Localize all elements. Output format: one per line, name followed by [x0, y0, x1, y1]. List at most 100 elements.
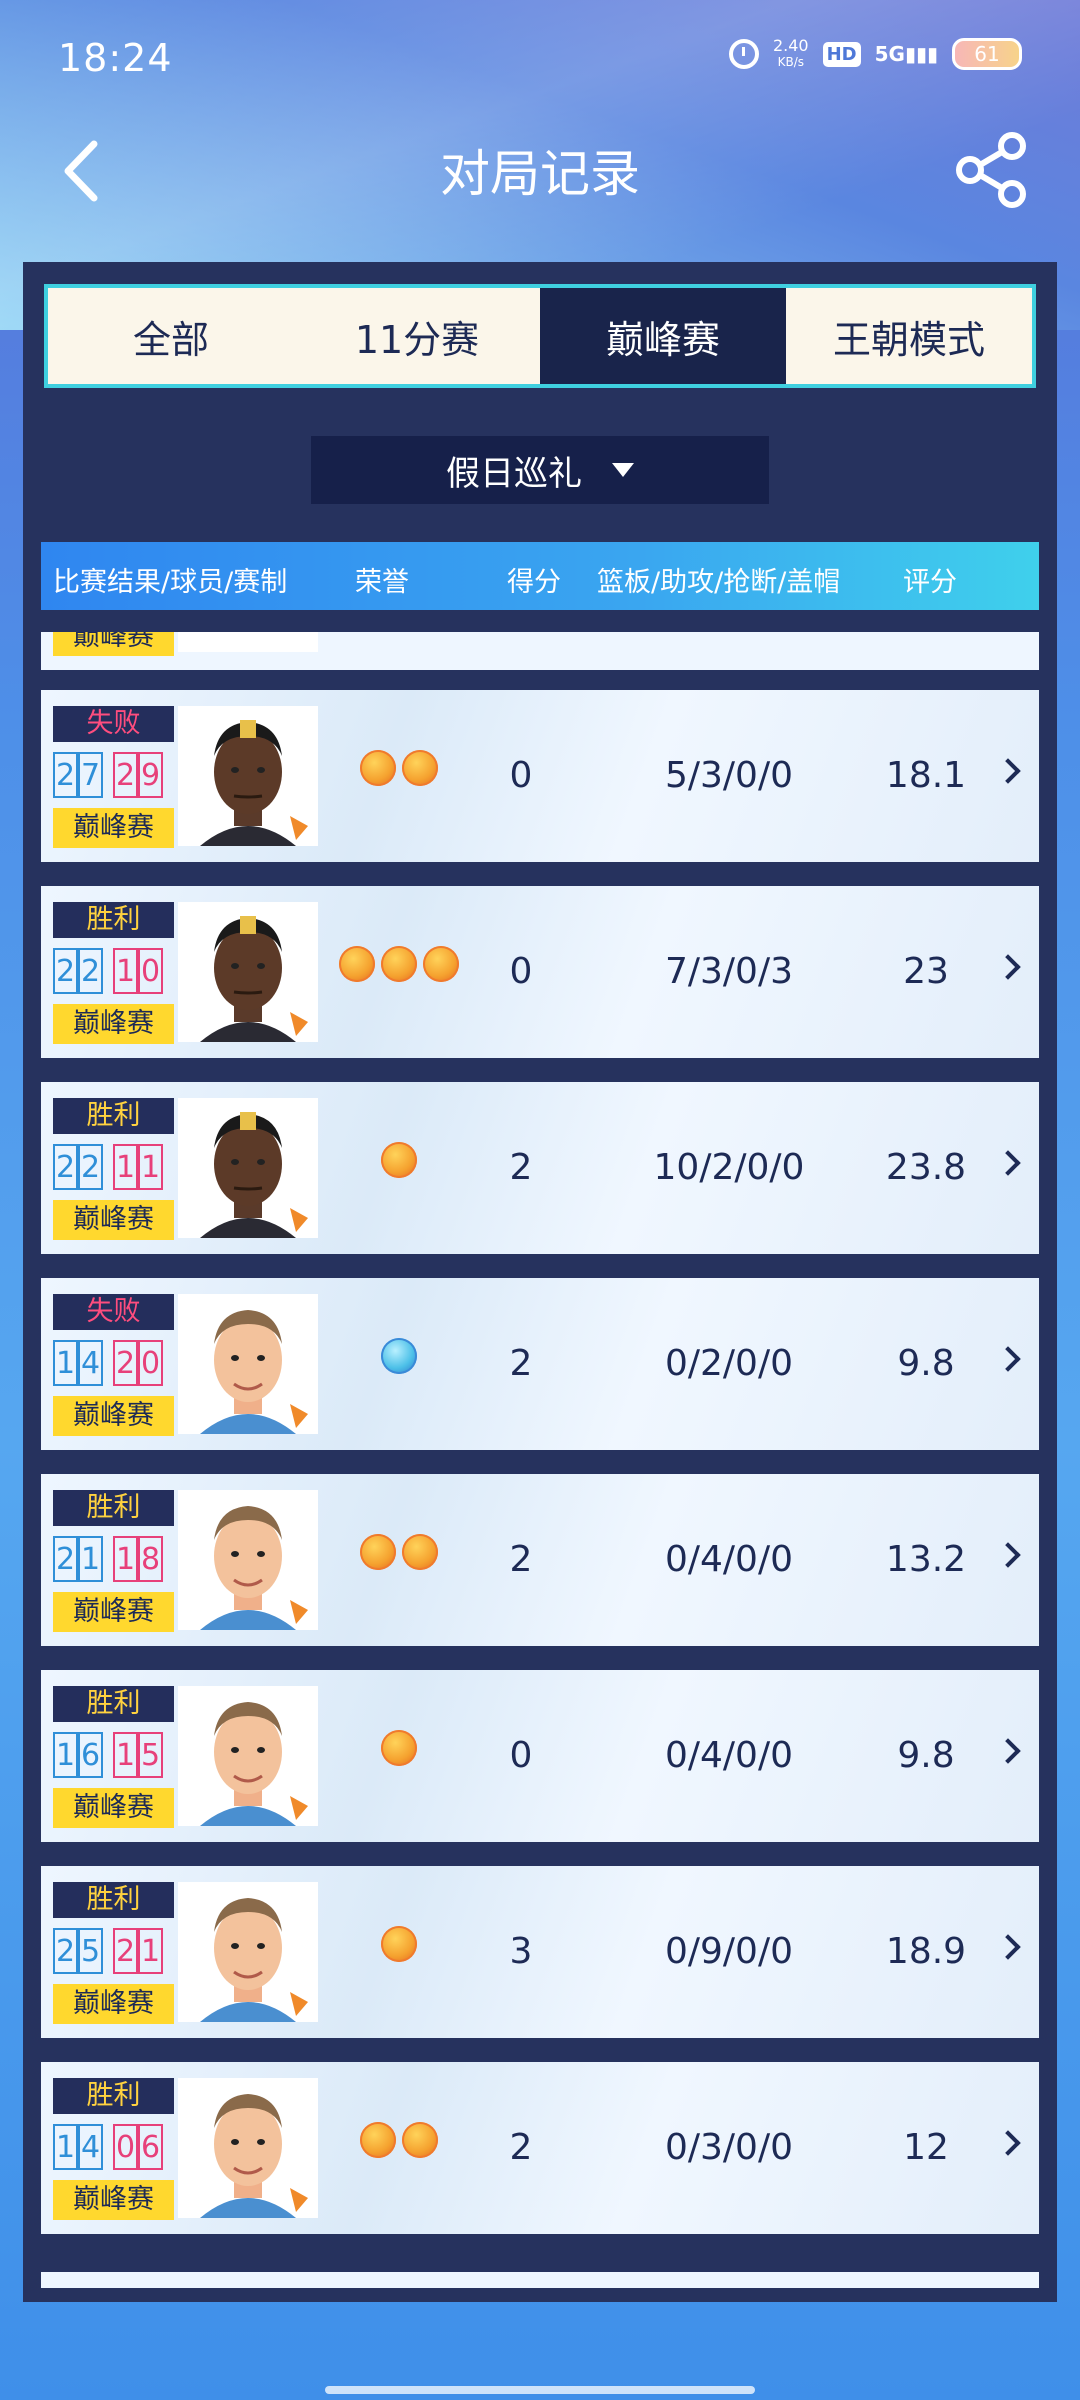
stats-value: 0/4/0/0	[664, 1735, 793, 1776]
column-stats: 篮板/助攻/抢断/盖帽	[597, 567, 841, 598]
honor-medal-icon	[360, 2122, 396, 2158]
honor-badges[interactable]	[337, 2122, 461, 2162]
rating-value: 18.1	[885, 755, 967, 796]
result-label: 胜利	[53, 1882, 174, 1918]
honor-badges[interactable]	[337, 750, 461, 790]
table-row[interactable]: 胜利 1 6 1 5 巅峰赛 0 0/4/0/0 9.8	[41, 1670, 1039, 1842]
honor-badges[interactable]	[337, 1534, 461, 1574]
tab-11-point[interactable]: 11分赛	[294, 288, 540, 384]
player-avatar	[178, 1098, 318, 1238]
honor-medal-icon	[423, 946, 459, 982]
score-digit: 5	[78, 1928, 103, 1974]
team-score-own: 22	[53, 948, 103, 994]
score-digit: 1	[113, 1536, 138, 1582]
chevron-right-icon[interactable]	[995, 758, 1021, 784]
score-digit: 2	[78, 1144, 103, 1190]
chevron-right-icon[interactable]	[995, 954, 1021, 980]
result-label: 胜利	[53, 1490, 174, 1526]
score-digit: 4	[78, 2124, 103, 2170]
rating-value: 23.8	[885, 1147, 967, 1188]
mode-badge: 巅峰赛	[53, 808, 174, 848]
team-score-own: 25	[53, 1928, 103, 1974]
stats-value: 0/3/0/0	[664, 2127, 793, 2168]
table-row[interactable]: 失败 2 7 2 9 巅峰赛 0 5/3/0/0 18.1	[41, 690, 1039, 862]
score-digit: 1	[53, 1340, 78, 1386]
home-indicator[interactable]	[325, 2386, 755, 2394]
chevron-right-icon[interactable]	[995, 1542, 1021, 1568]
table-row[interactable]: 胜利 2 5 2 1 巅峰赛 3 0/9/0/0 18.9	[41, 1866, 1039, 2038]
mode-badge: 巅峰赛	[53, 1984, 174, 2024]
table-row-partial-top[interactable]: 巅峰赛	[41, 632, 1039, 670]
result-label: 胜利	[53, 1686, 174, 1722]
score-digit: 0	[113, 2124, 138, 2170]
score-digit: 4	[78, 1340, 103, 1386]
honor-badges[interactable]	[337, 1142, 461, 1182]
table-row[interactable]: 胜利 1 4 0 6 巅峰赛 2 0/3/0/0 12	[41, 2062, 1039, 2234]
chevron-right-icon[interactable]	[995, 1150, 1021, 1176]
mode-badge: 巅峰赛	[53, 1396, 174, 1436]
table-row[interactable]: 失败 1 4 2 0 巅峰赛 2 0/2/0/0 9.8	[41, 1278, 1039, 1450]
chevron-right-icon[interactable]	[995, 2130, 1021, 2156]
result-label: 失败	[53, 1294, 174, 1330]
tab-peak[interactable]: 巅峰赛	[540, 288, 786, 384]
player-avatar	[178, 902, 318, 1042]
tab-dynasty[interactable]: 王朝模式	[786, 288, 1032, 384]
chevron-right-icon[interactable]	[995, 1738, 1021, 1764]
honor-medal-icon	[339, 946, 375, 982]
team-score-own: 14	[53, 2124, 103, 2170]
mode-badge: 巅峰赛	[53, 1592, 174, 1632]
team-score-own: 27	[53, 752, 103, 798]
score-digit: 1	[53, 1732, 78, 1778]
score-digit: 7	[78, 752, 103, 798]
table-row-partial-bottom[interactable]	[41, 2272, 1039, 2288]
rating-value: 9.8	[897, 1343, 955, 1384]
player-avatar	[178, 1686, 318, 1826]
score-digit: 2	[53, 752, 78, 798]
result-label: 失败	[53, 706, 174, 742]
score-digit: 2	[53, 948, 78, 994]
team-score-own: 16	[53, 1732, 103, 1778]
column-rating: 评分	[903, 567, 957, 598]
mode-tabs: 全部 11分赛 巅峰赛 王朝模式	[44, 284, 1036, 388]
team-score-opponent: 06	[113, 2124, 163, 2170]
team-score-opponent: 20	[113, 1340, 163, 1386]
battery-icon: 61	[952, 38, 1022, 70]
points-value: 2	[509, 1539, 533, 1580]
player-avatar	[178, 632, 318, 652]
table-row[interactable]: 胜利 2 2 1 0 巅峰赛 0 7/3/0/3 23	[41, 886, 1039, 1058]
match-record-panel: 全部 11分赛 巅峰赛 王朝模式 假日巡礼 比赛结果/球员/赛制 荣誉 得分 篮…	[23, 262, 1057, 2302]
honor-badges[interactable]	[337, 946, 461, 986]
mode-badge: 巅峰赛	[53, 2180, 174, 2220]
score-digit: 0	[138, 948, 163, 994]
table-row[interactable]: 胜利 2 1 1 8 巅峰赛 2 0/4/0/0 13.2	[41, 1474, 1039, 1646]
tab-all[interactable]: 全部	[48, 288, 294, 384]
score-digit: 1	[78, 1536, 103, 1582]
match-list[interactable]: 巅峰赛 失败 2 7 2 9 巅峰赛 0 5/3/0/0 18.1 胜利 2 2 1 0 巅峰赛 0 7/3/0…	[41, 632, 1039, 2288]
result-label: 胜利	[53, 902, 174, 938]
season-dropdown-value: 假日巡礼	[446, 453, 582, 494]
share-icon[interactable]	[952, 130, 1032, 210]
stats-value: 0/2/0/0	[664, 1343, 793, 1384]
score-digit: 2	[113, 1928, 138, 1974]
score-digit: 2	[53, 1536, 78, 1582]
honor-badges[interactable]	[337, 1338, 461, 1378]
score-digit: 2	[53, 1144, 78, 1190]
score-digit: 2	[78, 948, 103, 994]
chevron-right-icon[interactable]	[995, 1934, 1021, 1960]
season-dropdown[interactable]: 假日巡礼	[311, 436, 769, 504]
status-time: 18:24	[58, 36, 173, 80]
score-digit: 6	[138, 2124, 163, 2170]
points-value: 0	[509, 951, 533, 992]
top-nav-bar: 对局记录	[0, 120, 1080, 220]
honor-badges[interactable]	[337, 1926, 461, 1966]
score-digit: 1	[113, 1144, 138, 1190]
score-digit: 6	[78, 1732, 103, 1778]
player-avatar	[178, 706, 318, 846]
table-row[interactable]: 胜利 2 2 1 1 巅峰赛 2 10/2/0/0 23.8	[41, 1082, 1039, 1254]
status-bar: 18:24 2.40 KB/s HD 5G▮▮▮ 61	[0, 0, 1080, 120]
chevron-right-icon[interactable]	[995, 1346, 1021, 1372]
honor-badges[interactable]	[337, 1730, 461, 1770]
rating-value: 23	[903, 951, 949, 992]
alarm-icon	[728, 39, 759, 69]
rating-value: 9.8	[897, 1735, 955, 1776]
